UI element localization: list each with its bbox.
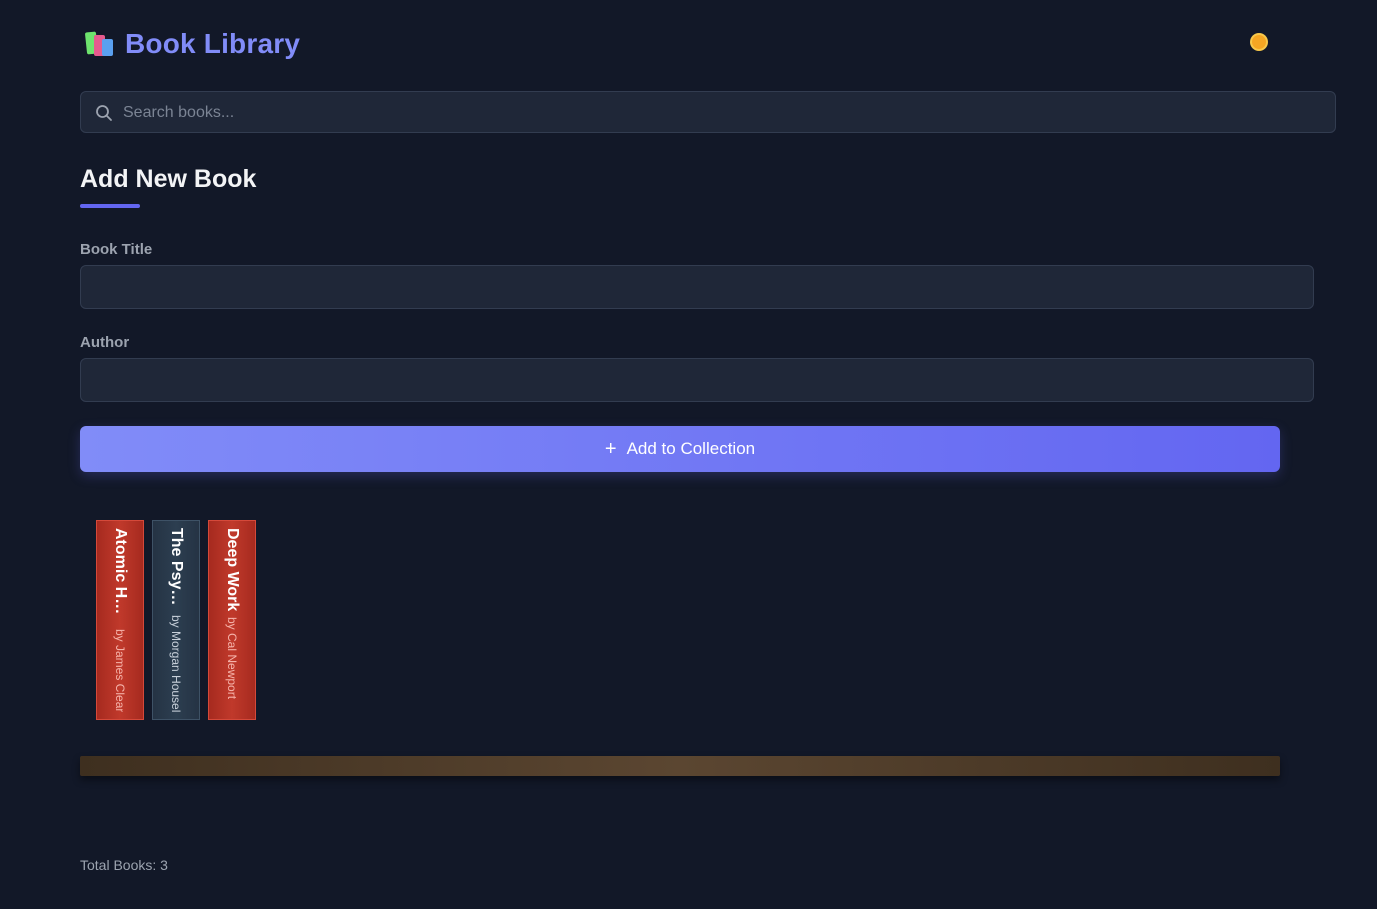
plus-icon: +	[604, 438, 617, 460]
author-input[interactable]	[80, 358, 1314, 402]
sun-icon	[1252, 35, 1266, 49]
book-author: by James Clear	[113, 628, 127, 712]
author-label: Author	[80, 334, 130, 351]
search-box	[80, 91, 1336, 134]
add-to-collection-button[interactable]: + Add to Collection	[80, 426, 1280, 472]
total-books-count: Total Books: 3	[80, 857, 168, 873]
book-author: by Morgan Housel	[169, 614, 183, 712]
book-title: Deep Work	[224, 528, 241, 612]
book-title-input[interactable]	[80, 265, 1314, 309]
heading-underline	[80, 204, 140, 208]
book-spine[interactable]: The Psychology of M... by Morgan Housel	[152, 520, 200, 720]
books-icon	[84, 29, 116, 59]
search-input[interactable]	[121, 92, 1325, 134]
book-title-label: Book Title	[80, 241, 153, 258]
header-logo: Book Library	[84, 28, 300, 60]
book-title: The Psychology of M...	[168, 528, 185, 609]
book-spine[interactable]: Atomic Habits by James Clear	[96, 520, 144, 720]
book-title: Atomic Habits	[112, 528, 129, 623]
add-book-heading: Add New Book	[80, 165, 257, 193]
book-spine[interactable]: Deep Work by Cal Newport	[208, 520, 256, 720]
book-author: by Cal Newport	[225, 617, 239, 700]
app-title: Book Library	[125, 28, 301, 59]
theme-toggle-button[interactable]	[1247, 30, 1271, 54]
search-icon	[95, 104, 113, 127]
book-library-app: Book Library Add New Book Book Title Aut…	[0, 0, 1377, 909]
add-to-collection-label: Add to Collection	[626, 439, 756, 458]
bookshelf	[80, 756, 1280, 776]
